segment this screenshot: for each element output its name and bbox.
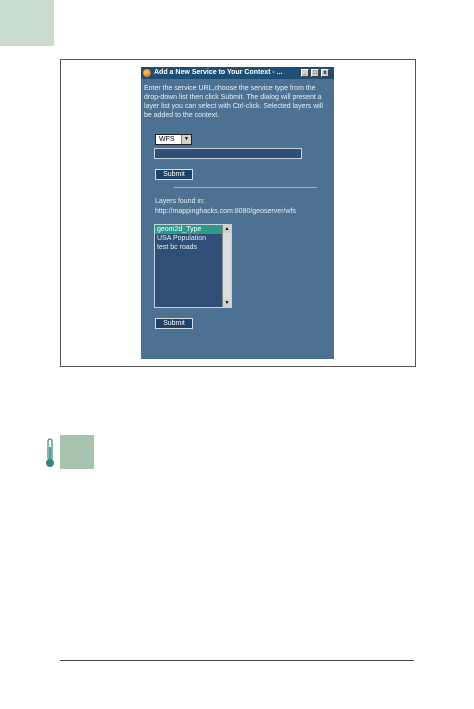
dialog-titlebar[interactable]: Add a New Service to Your Context - ... … xyxy=(141,67,334,79)
note-marker-box xyxy=(60,435,94,469)
layers-source-url: http://mappinghacks.com:8080/geoserver/w… xyxy=(155,208,296,215)
add-service-dialog: Add a New Service to Your Context - ... … xyxy=(141,67,334,359)
scroll-down-icon[interactable]: ▼ xyxy=(223,299,231,307)
layers-found-label: Layers found in: xyxy=(155,198,205,205)
service-type-value: WFS xyxy=(159,136,175,143)
layer-list-item[interactable]: USA Population xyxy=(155,234,224,243)
layer-listbox[interactable]: geom2d_Type USA Population test bc roads… xyxy=(154,224,232,308)
service-type-select[interactable]: WFS ▼ xyxy=(155,134,192,145)
listbox-scrollbar[interactable]: ▲ ▼ xyxy=(222,225,231,307)
maximize-button[interactable]: □ xyxy=(311,69,319,77)
layer-list-item[interactable]: test bc roads xyxy=(155,243,224,252)
minimize-button[interactable]: _ xyxy=(301,69,309,77)
instructions-text: Enter the service URL,choose the service… xyxy=(144,85,323,119)
chevron-down-icon[interactable]: ▼ xyxy=(181,135,191,144)
footer-rule xyxy=(60,660,414,661)
divider xyxy=(174,187,317,188)
close-button[interactable]: x xyxy=(321,69,329,77)
service-url-input[interactable] xyxy=(154,148,302,159)
submit-layers-button[interactable]: Submit xyxy=(155,318,193,329)
dialog-title: Add a New Service to Your Context - ... xyxy=(154,69,283,76)
layer-list-item[interactable]: geom2d_Type xyxy=(155,225,224,234)
scroll-up-icon[interactable]: ▲ xyxy=(223,225,231,233)
thermometer-icon xyxy=(46,438,54,467)
firefox-icon xyxy=(143,69,151,77)
submit-button[interactable]: Submit xyxy=(155,169,193,180)
corner-tab xyxy=(0,0,54,46)
